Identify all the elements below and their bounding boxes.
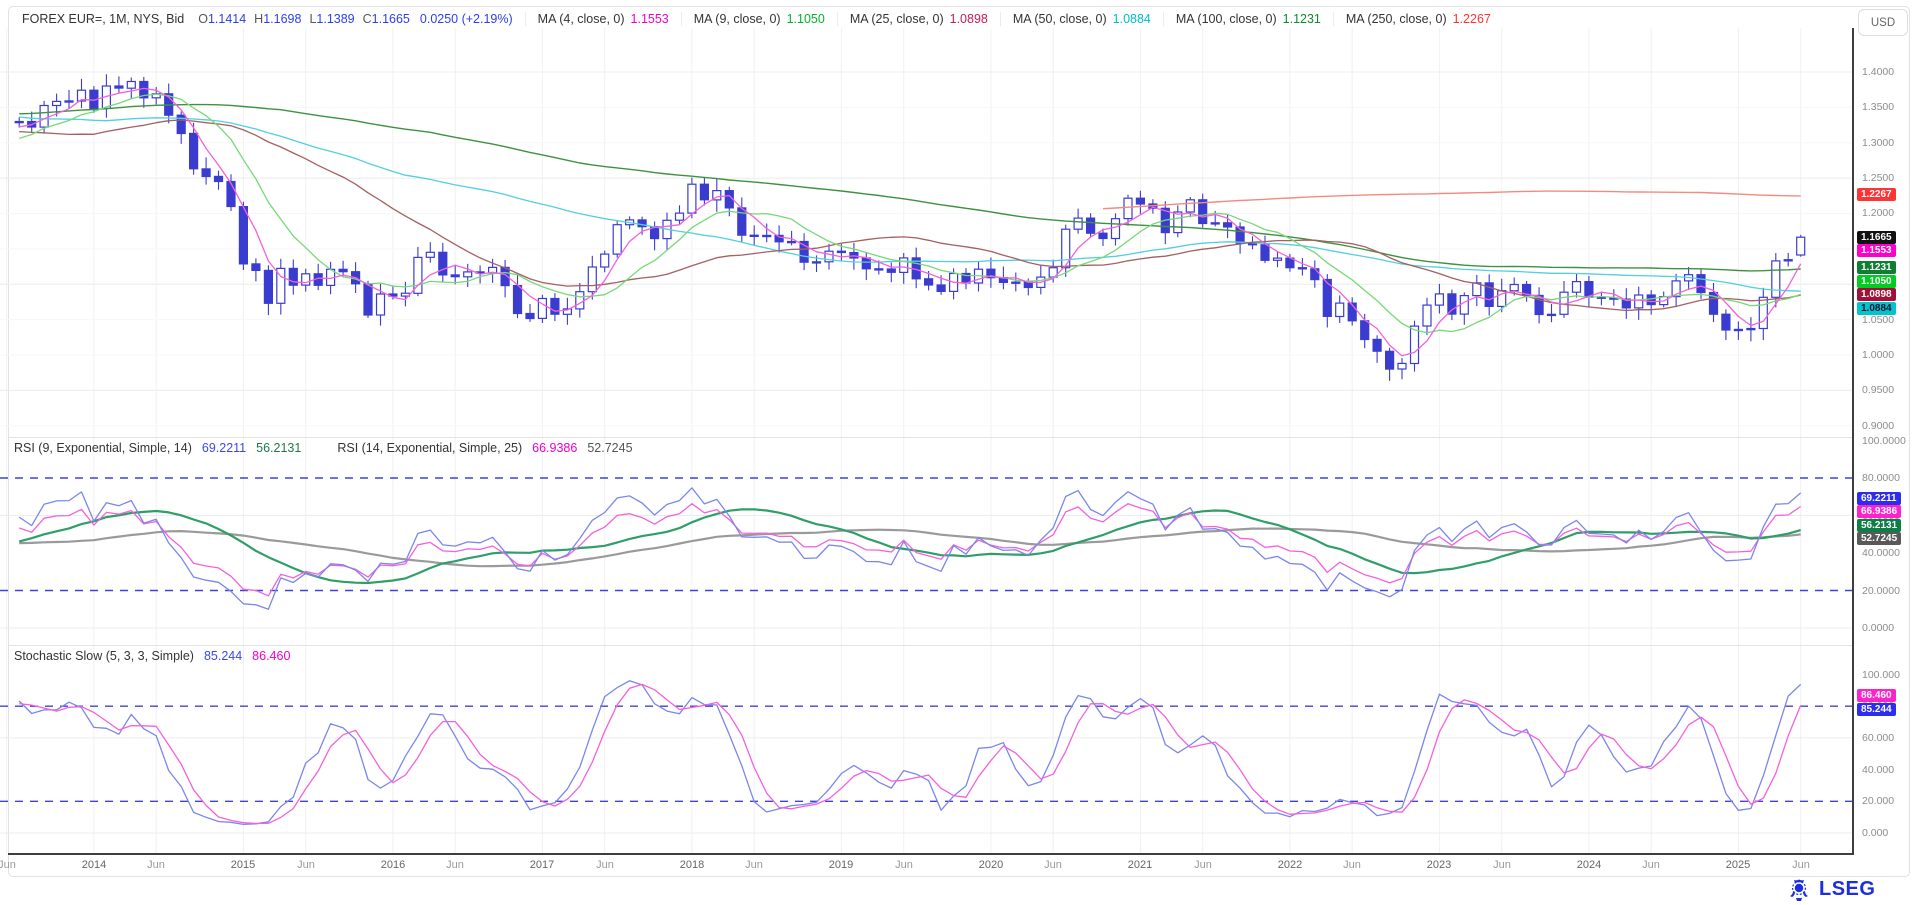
time-axis-tick: Jun — [895, 859, 913, 871]
time-axis-tick: 2019 — [829, 859, 853, 871]
ma-legend-item[interactable]: MA (4, close, 0)1.1553 — [526, 12, 682, 26]
panel-separator — [8, 437, 1853, 438]
time-axis-tick: Jun — [1343, 859, 1361, 871]
rsi-badge: 69.2211 — [1857, 492, 1901, 505]
time-axis-line — [8, 853, 1854, 855]
time-axis-tick: 2025 — [1726, 859, 1750, 871]
time-axis-tick: Jun — [1642, 859, 1660, 871]
price-badge: 1.1553 — [1857, 244, 1896, 257]
ohlc-pair: H1.1698 — [254, 12, 301, 26]
indicator-legend-item[interactable]: RSI (14, Exponential, Simple, 25)66.9386… — [337, 441, 632, 455]
ohlc-pair: L1.1389 — [309, 12, 354, 26]
ohlc-pair: C1.1665 — [363, 12, 410, 26]
rsi-badge: 56.2131 — [1857, 519, 1901, 532]
price-badge: 1.1231 — [1857, 261, 1896, 274]
rsi-axis-label: 40.0000 — [1862, 547, 1900, 559]
ma-legend-items: MA (4, close, 0)1.1553MA (9, close, 0)1.… — [526, 12, 1503, 26]
time-axis-tick: Jun — [0, 859, 16, 871]
time-axis-tick: Jun — [596, 859, 614, 871]
currency-axis-button[interactable]: USD — [1858, 9, 1908, 36]
lseg-logo-text: LSEG — [1819, 878, 1875, 901]
ohlc-values: O1.1414 H1.1698 L1.1389 C1.1665 0.0250 (+2.1… — [190, 12, 512, 26]
time-axis-tick: 2014 — [82, 859, 106, 871]
stochastic-header: Stochastic Slow (5, 3, 3, Simple)85.2448… — [14, 649, 316, 663]
stoch-axis-label: 40.000 — [1862, 764, 1894, 776]
time-axis-tick: Jun — [297, 859, 315, 871]
stoch-axis-label: 0.000 — [1862, 827, 1888, 839]
ohlc-pair: O1.1414 — [198, 12, 246, 26]
lseg-logo-emblem — [1786, 876, 1812, 902]
chart-application: FOREX EUR=, 1M, NYS, Bid O1.1414 H1.1698 L… — [0, 0, 1916, 905]
time-axis-tick: 2015 — [231, 859, 255, 871]
time-axis-tick: Jun — [1493, 859, 1511, 871]
time-axis-tick: 2024 — [1577, 859, 1601, 871]
rsi-axis-label: 20.0000 — [1862, 585, 1900, 597]
time-axis-tick: 2023 — [1427, 859, 1451, 871]
time-axis-tick: 2021 — [1128, 859, 1152, 871]
time-axis-tick: Jun — [1044, 859, 1062, 871]
price-axis-label: 1.2000 — [1862, 207, 1894, 219]
ma-legend-item[interactable]: MA (50, close, 0)1.0884 — [1001, 12, 1164, 26]
time-axis-tick: 2017 — [530, 859, 554, 871]
stoch-badge: 85.244 — [1857, 703, 1896, 716]
rsi-badge: 52.7245 — [1857, 532, 1901, 545]
price-axis-label: 0.9500 — [1862, 384, 1894, 396]
price-badge: 1.0884 — [1857, 302, 1896, 315]
rsi-axis-label: 80.0000 — [1862, 472, 1900, 484]
time-axis-tick: Jun — [446, 859, 464, 871]
time-axis-tick: Jun — [745, 859, 763, 871]
indicator-legend-item[interactable]: Stochastic Slow (5, 3, 3, Simple)85.2448… — [14, 649, 290, 663]
stoch-axis-label: 100.000 — [1862, 669, 1900, 681]
price-badge: 1.1050 — [1857, 275, 1896, 288]
time-axis-tick: 2018 — [680, 859, 704, 871]
lseg-logo: LSEG — [1786, 876, 1875, 902]
price-axis-line — [1852, 28, 1854, 854]
currency-label: USD — [1871, 17, 1895, 29]
chart-legend: FOREX EUR=, 1M, NYS, Bid O1.1414 H1.1698 L… — [10, 7, 1503, 31]
ma-legend-item[interactable]: MA (25, close, 0)1.0898 — [838, 12, 1001, 26]
ma-legend-item[interactable]: MA (100, close, 0)1.1231 — [1164, 12, 1334, 26]
time-axis-tick: 2016 — [381, 859, 405, 871]
panel-separator — [8, 645, 1853, 646]
time-axis-tick: 2020 — [979, 859, 1003, 871]
rsi-header: RSI (9, Exponential, Simple, 14)69.22115… — [14, 441, 659, 455]
time-axis-tick: Jun — [147, 859, 165, 871]
indicator-legend-item[interactable]: RSI (9, Exponential, Simple, 14)69.22115… — [14, 441, 301, 455]
price-badge: 1.0898 — [1857, 288, 1896, 301]
price-axis-label: 0.9000 — [1862, 420, 1894, 432]
price-axis-label: 1.4000 — [1862, 66, 1894, 78]
rsi-axis-label: 100.0000 — [1862, 435, 1906, 447]
price-axis-label: 1.2500 — [1862, 172, 1894, 184]
instrument-label: FOREX EUR=, 1M, NYS, Bid O1.1414 H1.1698 L… — [10, 12, 526, 26]
net-change: 0.0250 (+2.19%) — [420, 12, 513, 26]
price-axis-label: 1.0000 — [1862, 349, 1894, 361]
stoch-axis-label: 20.000 — [1862, 795, 1894, 807]
instrument-text: FOREX EUR=, 1M, NYS, Bid — [22, 12, 184, 26]
stoch-axis-label: 60.000 — [1862, 732, 1894, 744]
price-axis-label: 1.3000 — [1862, 137, 1894, 149]
price-badge: 1.2267 — [1857, 188, 1896, 201]
price-badge: 1.1665 — [1857, 231, 1896, 244]
stoch-badge: 86.460 — [1857, 689, 1896, 702]
price-axis-label: 1.3500 — [1862, 101, 1894, 113]
time-axis-tick: Jun — [1194, 859, 1212, 871]
ma-legend-item[interactable]: MA (250, close, 0)1.2267 — [1334, 12, 1503, 26]
time-axis-tick: 2022 — [1278, 859, 1302, 871]
time-axis-tick: Jun — [1792, 859, 1810, 871]
rsi-axis-label: 0.0000 — [1862, 622, 1894, 634]
rsi-badge: 66.9386 — [1857, 505, 1901, 518]
ma-legend-item[interactable]: MA (9, close, 0)1.1050 — [682, 12, 838, 26]
price-axis-label: 1.0500 — [1862, 314, 1894, 326]
